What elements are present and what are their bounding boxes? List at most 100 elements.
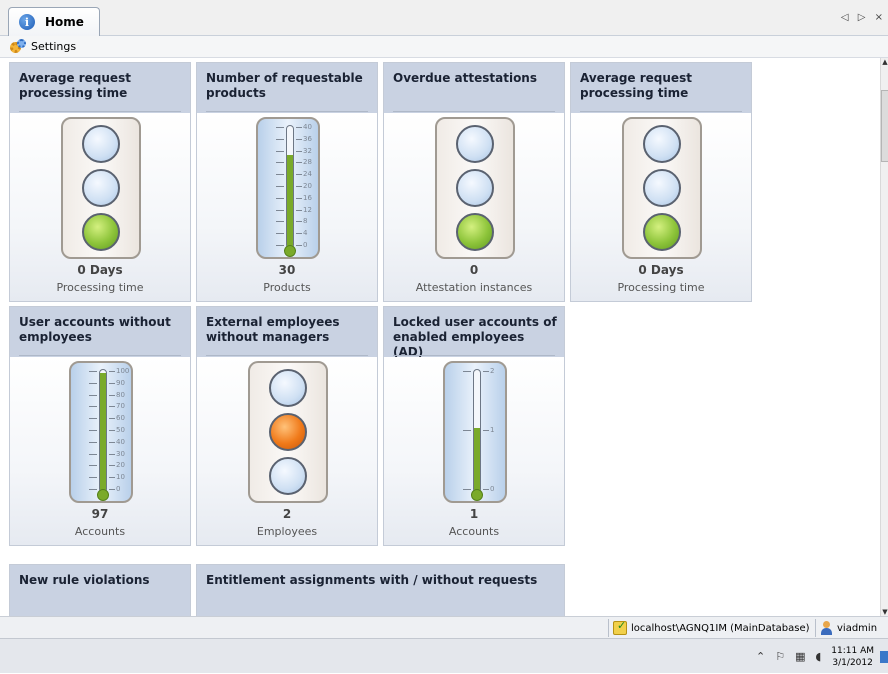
clock-date: 3/1/2012 [832, 657, 873, 668]
scale-label: 60 [116, 414, 125, 423]
scale-tick [463, 371, 471, 372]
scale-label: 0 [303, 241, 308, 249]
card-unit: Accounts [448, 525, 500, 538]
status-bar: localhost\AGNQ1IM (MainDatabase) viadmin [0, 616, 888, 638]
scale-tick [296, 245, 302, 246]
settings-label: Settings [31, 40, 77, 53]
scroll-up-icon[interactable]: ▲ [881, 58, 888, 66]
scale-tick [109, 477, 115, 479]
show-desktop-button[interactable] [880, 650, 888, 663]
scroll-down-icon[interactable]: ▼ [881, 608, 888, 616]
network-icon[interactable]: ▦ [795, 650, 805, 663]
vertical-scrollbar[interactable]: ▲ ▼ [880, 58, 888, 616]
scale-tick [463, 430, 471, 431]
scale-label: 4 [303, 229, 308, 238]
scale-tick [89, 465, 97, 467]
card-external-employees-without-managers[interactable]: External employees without managers 2 Em… [196, 306, 378, 546]
scale-tick [109, 465, 115, 467]
scale-tick [463, 489, 471, 490]
scale-label: 20 [303, 182, 312, 190]
scale-tick [109, 382, 115, 384]
scale-label: 24 [303, 170, 312, 179]
scale-tick [483, 371, 489, 372]
settings-button[interactable]: Settings [10, 38, 77, 55]
scale-tick [276, 186, 284, 187]
tab-home-label: Home [45, 15, 84, 29]
scale-tick [483, 489, 489, 490]
scale-label: 36 [303, 134, 312, 143]
database-icon [613, 619, 627, 635]
scale-label: 50 [116, 426, 125, 434]
scale-tick [296, 233, 302, 235]
card-title: Number of requestable products [206, 71, 363, 100]
scale-tick [276, 174, 284, 176]
user-label: viadmin [837, 622, 878, 634]
connection-status: localhost\AGNQ1IM (MainDatabase) [608, 619, 810, 637]
scale-tick [109, 430, 115, 431]
card-value: 0 Days [77, 263, 123, 277]
show-hidden-icons-icon[interactable]: ⌃ [756, 650, 765, 663]
scale-label: 32 [303, 146, 312, 155]
scroll-thumb[interactable] [881, 90, 888, 162]
card-overdue-attestations[interactable]: Overdue attestations 0 Attestation insta… [383, 62, 565, 302]
scale-tick [276, 209, 284, 211]
card-requestable-products[interactable]: Number of requestable products 40 36 32 28 2… [196, 62, 378, 302]
action-center-flag-icon[interactable]: ⚐ [775, 650, 785, 663]
scale-tick [109, 453, 115, 455]
card-value: 0 Days [638, 263, 684, 277]
lamp-top [456, 125, 494, 163]
lamp-top [643, 125, 681, 163]
scale-tick [109, 394, 115, 396]
scale-tick [276, 162, 284, 164]
clock[interactable]: 11:11 AM 3/1/2012 [831, 645, 874, 669]
scale-label: 28 [303, 158, 312, 167]
card-new-rule-violations[interactable]: New rule violations [9, 564, 191, 616]
scale-tick [296, 150, 302, 152]
scale-tick [276, 138, 284, 140]
scale-label: 10 [116, 473, 125, 482]
card-accounts-without-employees[interactable]: User accounts without employees 100 90 80 7… [9, 306, 191, 546]
card-value: 0 [469, 263, 479, 277]
card-unit: Products [263, 281, 311, 294]
card-locked-user-accounts[interactable]: Locked user accounts of enabled employee… [383, 306, 565, 546]
tab-home[interactable]: i Home [8, 7, 100, 36]
card-value: 30 [278, 263, 296, 277]
card-entitlement-assignments[interactable]: Entitlement assignments with / without r… [196, 564, 565, 616]
scale-tick [276, 245, 284, 246]
traffic-light [622, 117, 702, 259]
scale-tick [109, 418, 115, 420]
toolbar: Settings [0, 36, 888, 58]
system-tray: ⌃ ⚐ ▦ ◖ 11:11 AM 3/1/2012 [756, 639, 888, 674]
scale-tick [276, 197, 284, 199]
volume-muted-icon[interactable]: ◖ [815, 650, 821, 663]
taskbar: ⌃ ⚐ ▦ ◖ 11:11 AM 3/1/2012 [0, 638, 888, 673]
scale-label: 2 [490, 367, 495, 375]
thermometer-fill [474, 428, 480, 492]
scale-tick [276, 127, 284, 128]
scale-tick [109, 406, 115, 408]
card-title: Average request processing time [19, 71, 131, 100]
scale-label: 40 [303, 123, 312, 131]
scale-label: 40 [116, 437, 125, 446]
scale-tick [296, 221, 302, 223]
card-title: Overdue attestations [393, 71, 537, 85]
card-avg-processing-time-2[interactable]: Average request processing time 0 Days P… [570, 62, 752, 302]
card-avg-processing-time[interactable]: Average request processing time 0 Days P… [9, 62, 191, 302]
scale-tick [296, 197, 302, 199]
scale-label: 20 [116, 461, 125, 470]
scale-tick [109, 441, 115, 443]
scale-tick [296, 127, 302, 128]
tab-navigation[interactable]: ◁ ▷ × [841, 12, 886, 23]
lamp-middle [643, 169, 681, 207]
thermometer-fill [287, 155, 293, 248]
thermometer-fill [100, 373, 106, 492]
scale-tick [483, 430, 489, 431]
card-title: Locked user accounts of enabled employee… [393, 315, 557, 359]
traffic-light [61, 117, 141, 259]
scale-label: 0 [116, 485, 121, 493]
card-value: 2 [282, 507, 292, 521]
card-title: New rule violations [19, 573, 150, 587]
scale-tick [296, 186, 302, 187]
scale-label: 70 [116, 402, 125, 411]
scale-tick [296, 174, 302, 176]
